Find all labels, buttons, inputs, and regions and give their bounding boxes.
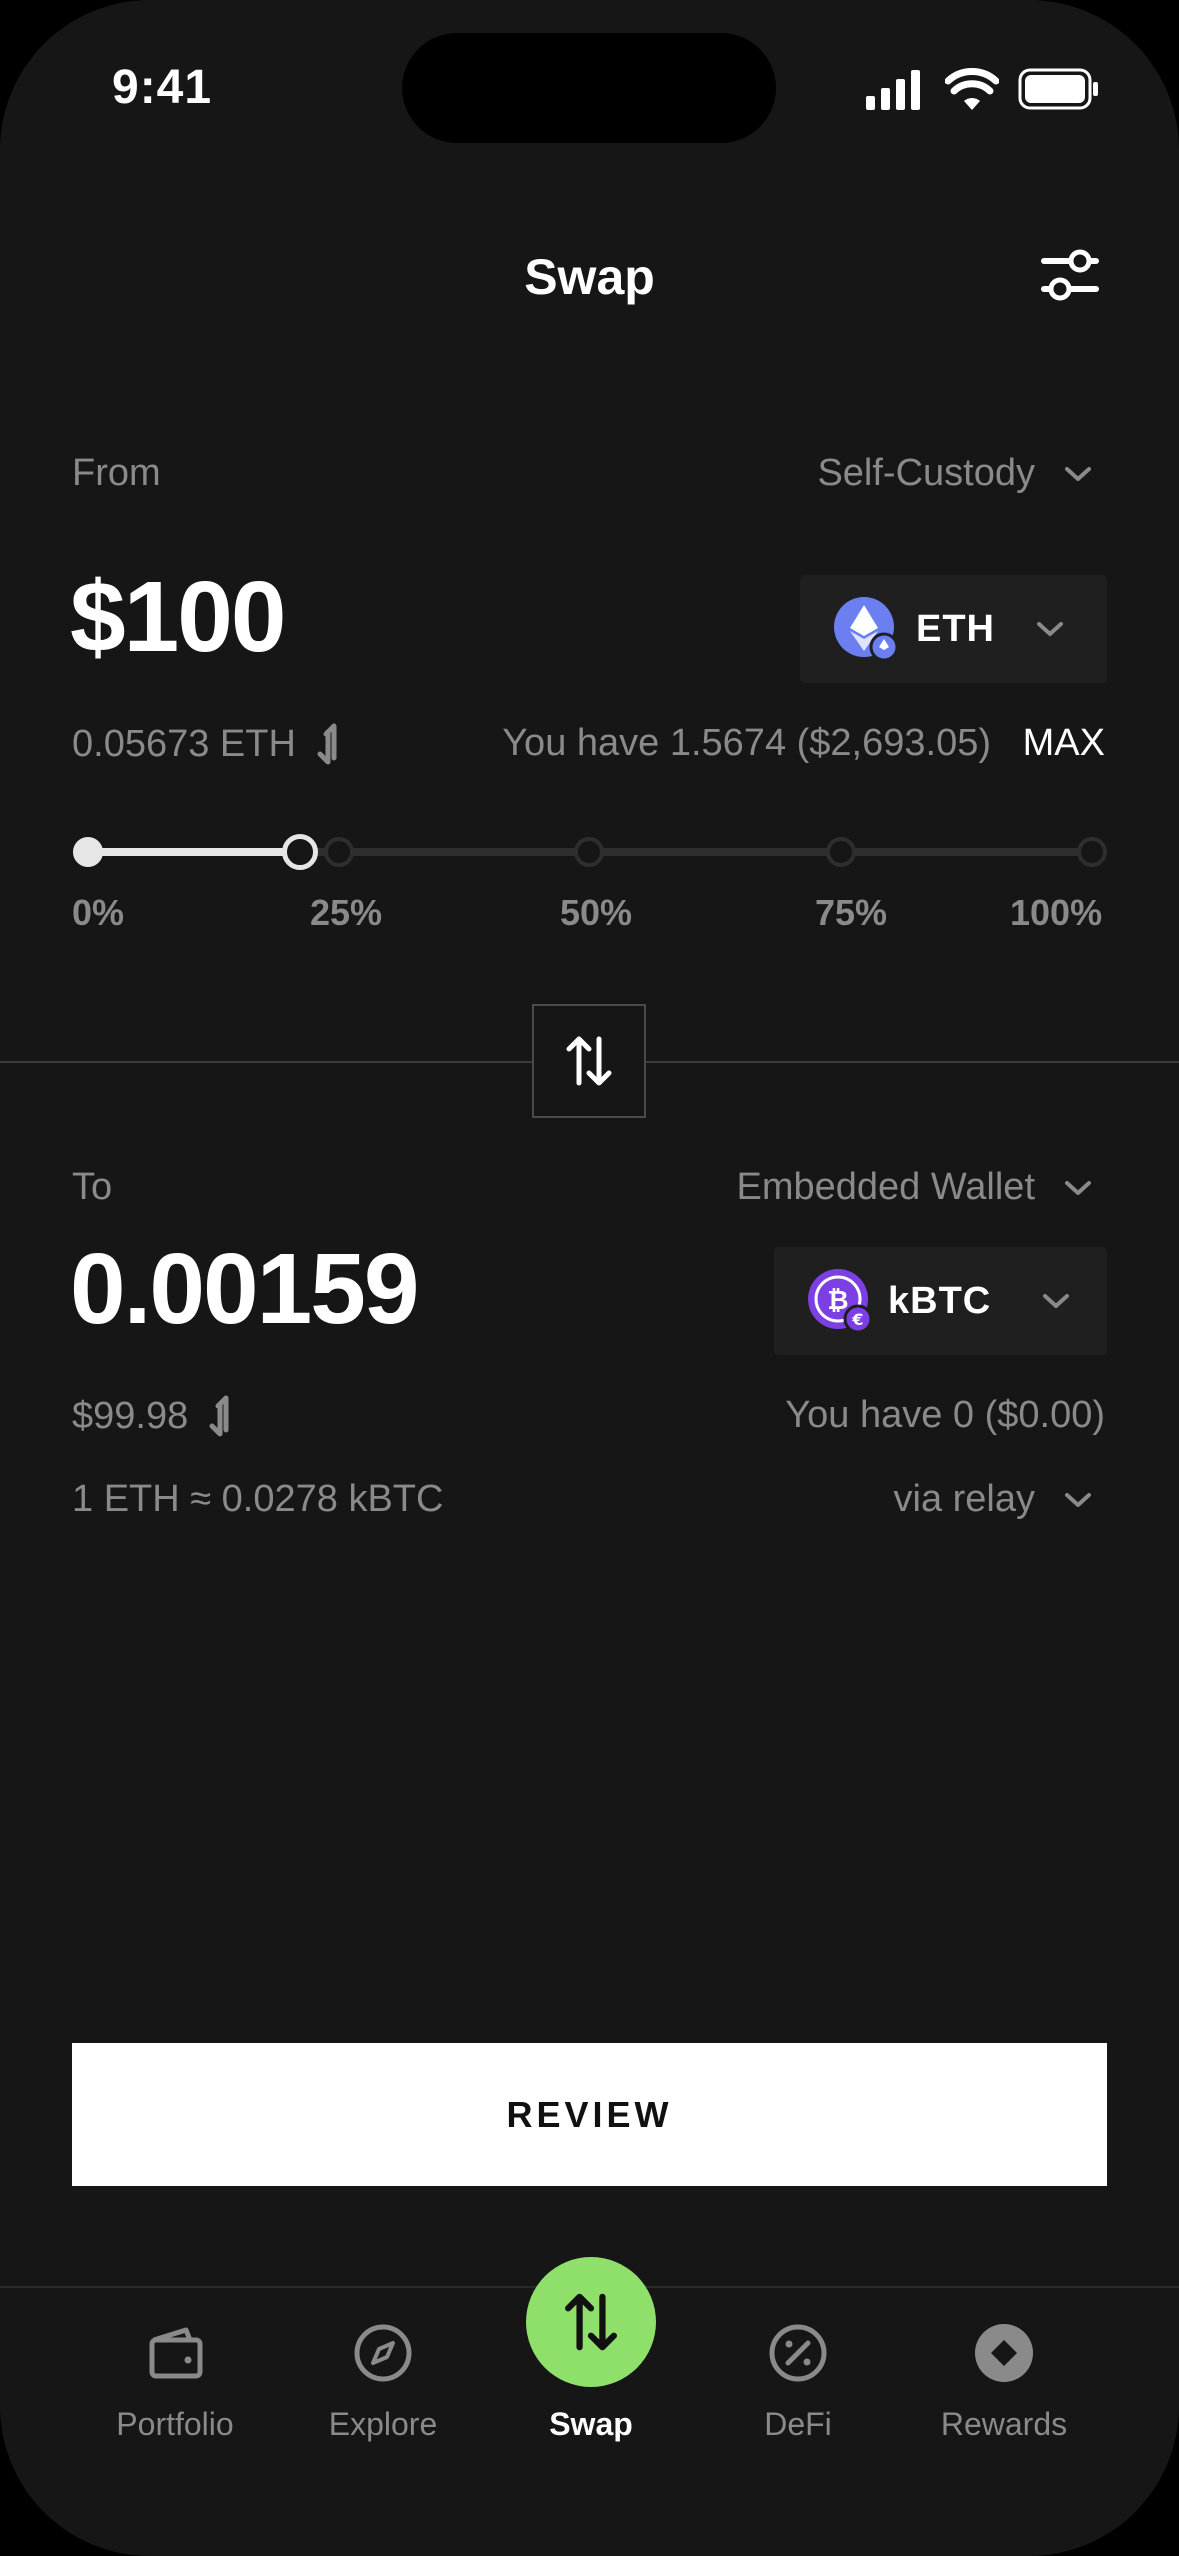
nav-label: DeFi: [764, 2406, 832, 2442]
slider-tick-label: 75%: [815, 892, 888, 933]
percent-icon: [769, 2324, 827, 2382]
from-token-selector[interactable]: ETH: [800, 575, 1107, 683]
from-converted-value: 0.05673 ETH: [72, 722, 296, 765]
kbtc-token-icon: ₿ €: [808, 1269, 872, 1333]
compass-icon: [354, 2324, 412, 2382]
slider-tick-label: 100%: [1010, 892, 1103, 933]
flip-direction-button[interactable]: [532, 1004, 646, 1118]
to-amount: 0.00159: [70, 1233, 419, 1345]
chevron-down-icon: [1065, 1180, 1091, 1195]
max-button[interactable]: MAX: [1023, 722, 1105, 765]
nav-item-defi[interactable]: DeFi: [698, 2318, 898, 2443]
swap-arrows-icon: [566, 1036, 612, 1086]
switch-unit-icon: [209, 1395, 229, 1437]
to-token-selector[interactable]: ₿ € kBTC: [774, 1247, 1107, 1355]
from-wallet-name: Self-Custody: [817, 452, 1035, 494]
slider-stop-0[interactable]: [73, 837, 103, 867]
nav-label: Rewards: [940, 2406, 1068, 2442]
nav-item-portfolio[interactable]: Portfolio: [75, 2318, 275, 2443]
eth-token-icon: [834, 597, 898, 661]
nav-item-swap-label[interactable]: Swap: [491, 2406, 691, 2443]
to-converted-value: $99.98: [72, 1394, 189, 1437]
from-converted-toggle[interactable]: 0.05673 ETH: [72, 722, 348, 766]
exchange-rate: 1 ETH ≈ 0.0278 kBTC: [72, 1478, 444, 1520]
nav-item-rewards[interactable]: Rewards: [904, 2318, 1104, 2443]
nav-label: Explore: [328, 2406, 438, 2442]
from-label: From: [72, 452, 161, 494]
to-balance: You have 0 ($0.00): [785, 1394, 1105, 1436]
to-token-symbol: kBTC: [888, 1279, 992, 1322]
sliders-icon[interactable]: [1040, 245, 1100, 305]
chevron-down-icon: [1037, 622, 1063, 636]
slider-tick-label: 25%: [310, 892, 383, 933]
status-time: 9:41: [112, 61, 213, 114]
route-name: via relay: [893, 1478, 1036, 1520]
switch-unit-icon: [317, 723, 337, 765]
from-balance: You have 1.5674 ($2,693.05): [502, 722, 991, 764]
wifi-icon: [945, 68, 999, 110]
signal-icon: [866, 70, 920, 110]
slider-stop-100[interactable]: [1077, 837, 1107, 867]
from-wallet-selector[interactable]: Self-Custody: [817, 452, 1093, 495]
svg-text:€: €: [851, 1310, 863, 1329]
diamond-icon: [975, 2324, 1033, 2382]
route-selector[interactable]: via relay: [894, 1478, 1094, 1521]
slider-stop-75[interactable]: [826, 837, 856, 867]
dynamic-island: [402, 33, 776, 143]
from-token-symbol: ETH: [916, 607, 995, 650]
page-title: Swap: [524, 249, 655, 305]
svg-text:₿: ₿: [827, 1286, 848, 1316]
chevron-down-icon: [1043, 1294, 1070, 1308]
nav-item-explore[interactable]: Explore: [283, 2318, 483, 2443]
nav-label: Portfolio: [116, 2406, 234, 2442]
to-wallet-selector[interactable]: Embedded Wallet: [736, 1166, 1093, 1209]
from-amount[interactable]: $100: [70, 560, 286, 675]
swap-fab[interactable]: [526, 2257, 656, 2387]
battery-icon: [1018, 68, 1098, 110]
chevron-down-icon: [1065, 1492, 1091, 1507]
slider-stop-50[interactable]: [574, 837, 604, 867]
slider-tick-label: 0%: [72, 892, 125, 933]
to-label: To: [72, 1166, 113, 1208]
to-wallet-name: Embedded Wallet: [736, 1166, 1035, 1208]
chevron-down-icon: [1065, 466, 1091, 481]
slider-tick-label: 50%: [560, 892, 633, 933]
slider-stop-25[interactable]: [324, 837, 354, 867]
slider-thumb[interactable]: [282, 834, 318, 870]
wallet-icon: [149, 2327, 203, 2379]
review-button[interactable]: REVIEW: [72, 2043, 1107, 2186]
to-converted-toggle[interactable]: $99.98: [72, 1394, 240, 1438]
phone-screen: 9:41 Swap From Self-Custody $100 ETH 0.0…: [0, 0, 1179, 2556]
amount-slider-fill: [86, 848, 298, 856]
swap-icon: [565, 2293, 617, 2351]
